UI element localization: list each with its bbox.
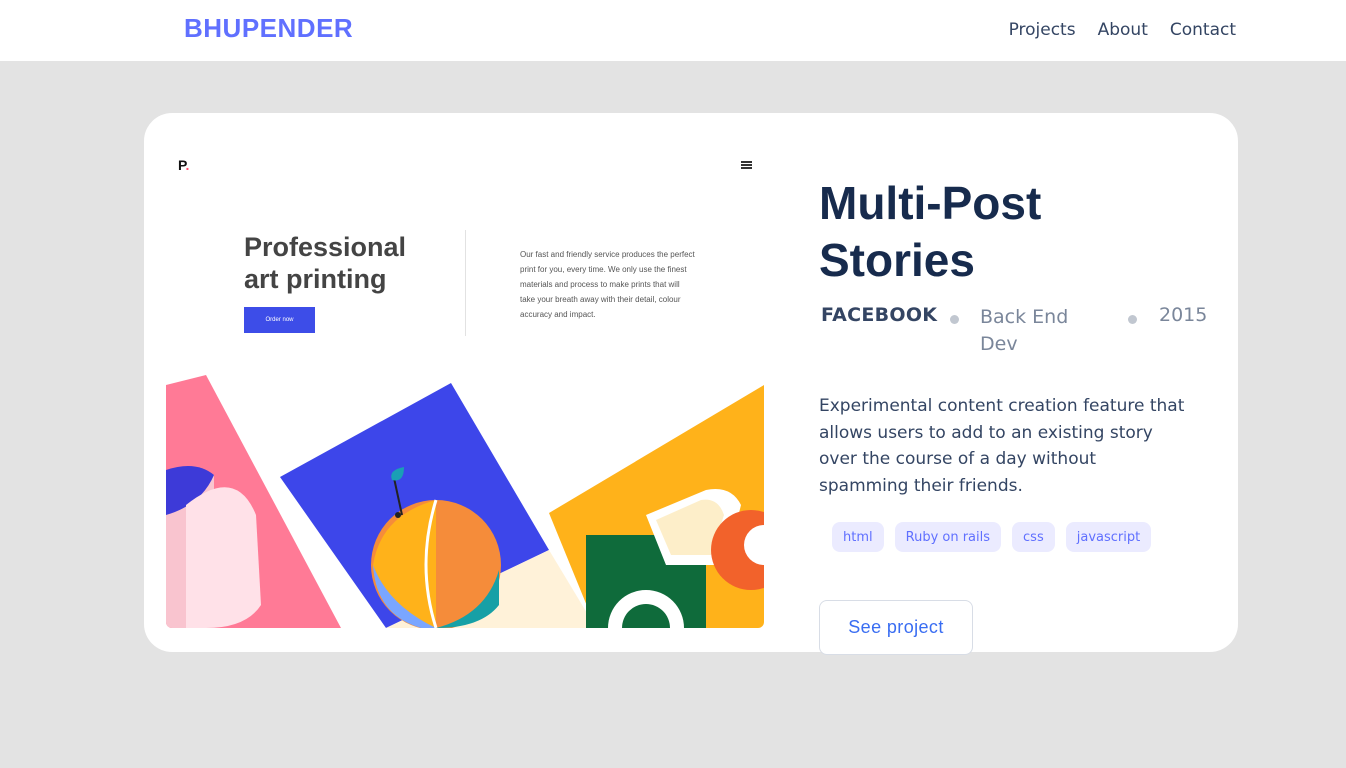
preview-illustration bbox=[166, 375, 764, 628]
preview-description: Our fast and friendly service produces t… bbox=[520, 250, 695, 319]
site-logo[interactable]: BHUPENDER bbox=[184, 13, 353, 44]
tech-tags: html Ruby on rails css javascript bbox=[832, 522, 1152, 552]
meta-bullet-icon bbox=[950, 315, 959, 324]
nav-link-projects[interactable]: Projects bbox=[1009, 20, 1076, 40]
nav-link-contact[interactable]: Contact bbox=[1170, 20, 1236, 40]
preview-headline: Professional art printing bbox=[244, 232, 407, 294]
tag-javascript: javascript bbox=[1065, 522, 1152, 552]
tag-ruby-on-rails: Ruby on rails bbox=[894, 522, 1002, 552]
preview-divider bbox=[465, 230, 466, 336]
nav-links: Projects About Contact bbox=[1009, 20, 1236, 40]
nav-link-about[interactable]: About bbox=[1098, 20, 1148, 40]
tag-html: html bbox=[832, 522, 884, 552]
project-description: Experimental content creation feature th… bbox=[819, 396, 1185, 496]
preview-logo: P. bbox=[178, 157, 190, 173]
meta-bullet-icon bbox=[1128, 315, 1137, 324]
preview-order-button: Order now bbox=[244, 307, 315, 333]
project-info: Multi-Post Stories FACEBOOK Back End Dev… bbox=[819, 113, 1219, 655]
see-project-button[interactable]: See project bbox=[819, 600, 973, 655]
project-preview-image: P. Professional art printing Order now O… bbox=[166, 135, 764, 628]
project-client: FACEBOOK bbox=[821, 304, 938, 326]
project-year: 2015 bbox=[1159, 304, 1208, 326]
project-meta: FACEBOOK Back End Dev 2015 bbox=[819, 302, 1219, 362]
navbar: BHUPENDER Projects About Contact bbox=[0, 0, 1346, 61]
project-title: Multi-Post Stories bbox=[819, 177, 1042, 286]
project-role: Back End Dev bbox=[980, 306, 1069, 355]
tag-css: css bbox=[1012, 522, 1055, 552]
hamburger-menu-icon bbox=[741, 161, 752, 169]
project-card: P. Professional art printing Order now O… bbox=[144, 113, 1238, 655]
